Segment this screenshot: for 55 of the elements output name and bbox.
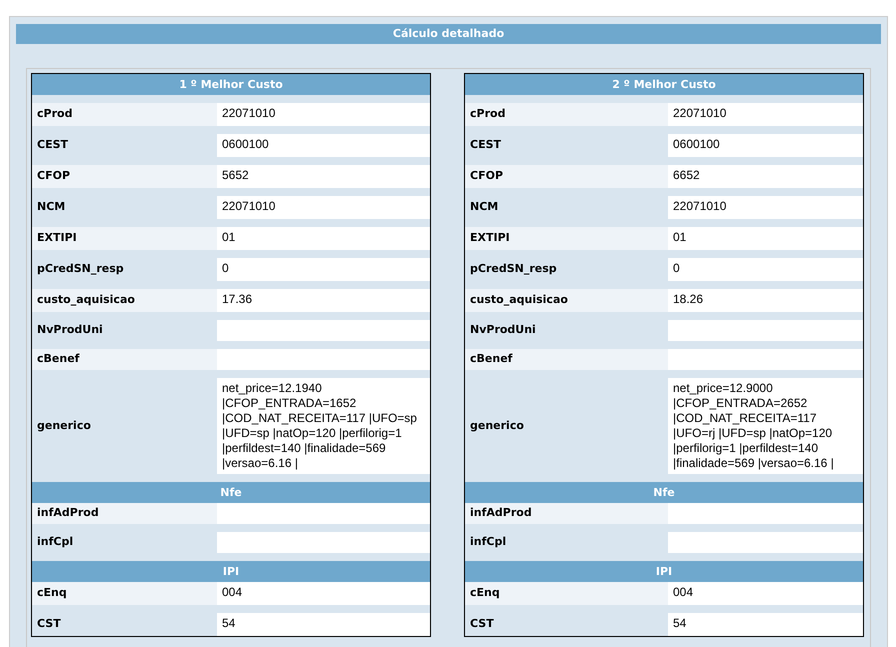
field-value: net_price=12.1940 |CFOP_ENTRADA=1652 |COD_NAT_RECEITA=117 |UFO=sp |UFD=sp |natOp=120 |perfilorig=1 |perfildest=140 |finalidade=569 |versao=6.16 | <box>217 378 430 474</box>
section-header: Nfe <box>465 482 863 503</box>
field-label: NvProdUni <box>36 322 104 338</box>
field-label: infAdProd <box>32 503 217 524</box>
field-label: CST <box>469 616 495 632</box>
field-value: 22071010 <box>217 196 430 219</box>
card-title: 1 º Melhor Custo <box>32 74 430 95</box>
field-value: 004 <box>668 582 863 605</box>
field-value: 5652 <box>217 165 430 188</box>
field-value: 0 <box>217 258 430 281</box>
field-value: 0600100 <box>668 134 863 157</box>
field-label: CFOP <box>465 165 668 188</box>
field-label: infCpl <box>36 534 74 550</box>
field-label: cProd <box>465 103 668 126</box>
field-label: generico <box>36 418 92 434</box>
panel-title: Cálculo detalhado <box>16 24 881 44</box>
field-value: 22071010 <box>668 196 863 219</box>
field-label: custo_aquisicao <box>32 289 217 312</box>
field-label: cBenef <box>465 349 668 370</box>
field-value: 01 <box>668 227 863 250</box>
field-label: infCpl <box>469 534 508 550</box>
section-header: Nfe <box>32 482 430 503</box>
field-label: CFOP <box>32 165 217 188</box>
field-label: cEnq <box>32 582 217 605</box>
field-value: 6652 <box>668 165 863 188</box>
field-label: infAdProd <box>465 503 668 524</box>
field-label: EXTIPI <box>465 227 668 250</box>
field-label: cEnq <box>465 582 668 605</box>
field-label: CEST <box>36 137 70 154</box>
field-value: 0600100 <box>217 134 430 157</box>
field-value: 17.36 <box>217 289 430 312</box>
field-value: 01 <box>217 227 430 250</box>
field-label: EXTIPI <box>32 227 217 250</box>
field-label: cBenef <box>32 349 217 370</box>
field-label: pCredSN_resp <box>36 261 125 278</box>
field-value: net_price=12.9000 |CFOP_ENTRADA=2652 |COD_NAT_RECEITA=117 |UFO=rj |UFD=sp |natOp=120 |perfilorig=1 |perfildest=140 |finalidade=569 |versao=6.16 | <box>668 378 863 474</box>
field-value: 004 <box>217 582 430 605</box>
field-label: cProd <box>32 103 217 126</box>
field-value: 54 <box>217 613 430 636</box>
field-label: pCredSN_resp <box>469 261 558 278</box>
field-value: 18.26 <box>668 289 863 312</box>
field-label: CST <box>36 616 62 632</box>
field-label: custo_aquisicao <box>465 289 668 312</box>
field-label: generico <box>469 418 525 434</box>
section-header: IPI <box>465 561 863 582</box>
field-label: CEST <box>469 137 502 154</box>
field-value: 22071010 <box>217 103 430 126</box>
field-label: NvProdUni <box>469 322 537 338</box>
field-value: 0 <box>668 258 863 281</box>
field-label: NCM <box>469 199 500 216</box>
card-title: 2 º Melhor Custo <box>465 74 863 95</box>
field-value: 54 <box>668 613 863 636</box>
section-header: IPI <box>32 561 430 582</box>
field-value: 22071010 <box>668 103 863 126</box>
field-label: NCM <box>36 199 66 216</box>
